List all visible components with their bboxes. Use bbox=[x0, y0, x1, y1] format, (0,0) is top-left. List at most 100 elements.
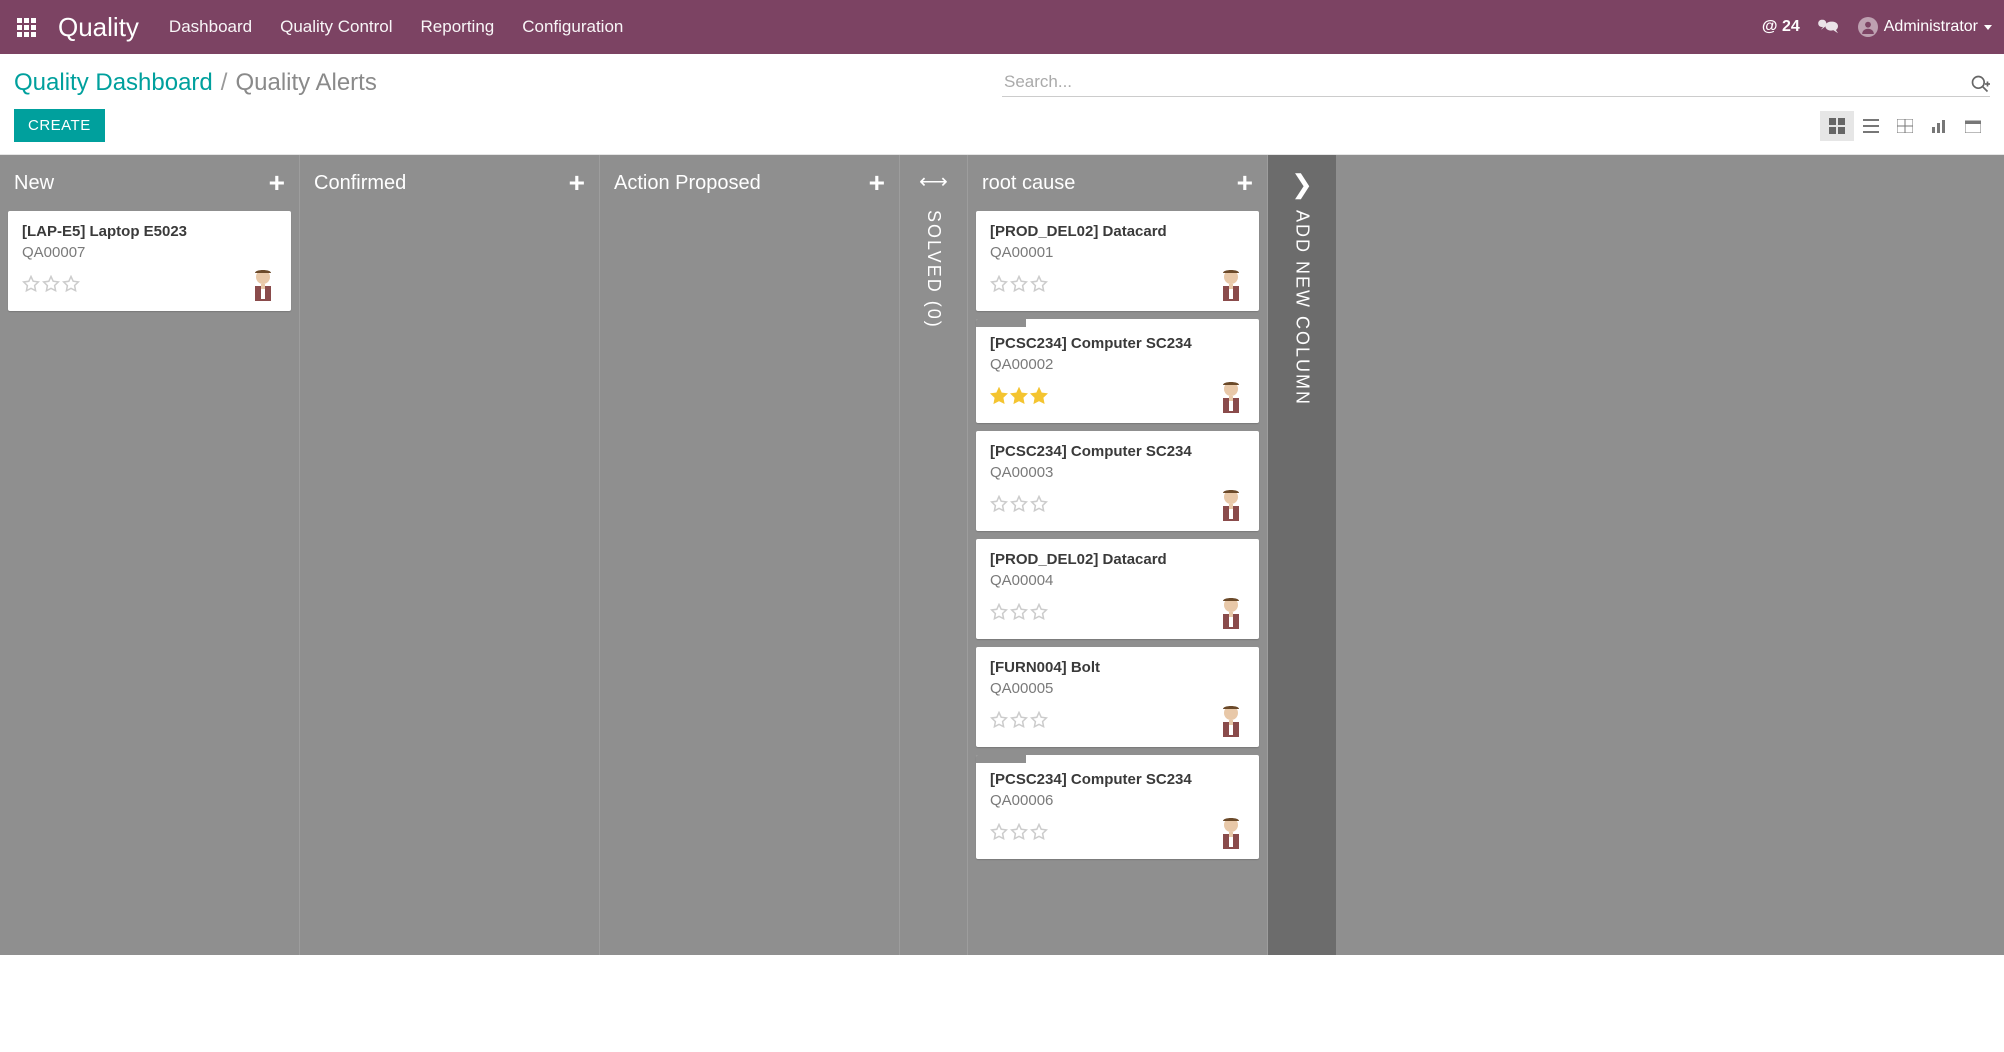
star-icon[interactable] bbox=[1030, 711, 1048, 729]
star-icon[interactable] bbox=[42, 275, 60, 293]
card-reference: QA00007 bbox=[22, 244, 277, 261]
nav-configuration[interactable]: Configuration bbox=[522, 17, 623, 37]
kanban-column: New + [LAP-E5] Laptop E5023 QA00007 bbox=[0, 155, 300, 955]
star-icon[interactable] bbox=[990, 603, 1008, 621]
nav-reporting[interactable]: Reporting bbox=[421, 17, 495, 37]
module-brand[interactable]: Quality bbox=[58, 12, 139, 43]
card-title: [PROD_DEL02] Datacard bbox=[990, 551, 1245, 568]
kanban-column: Confirmed + bbox=[300, 155, 600, 955]
column-title: root cause bbox=[982, 172, 1075, 195]
star-icon[interactable] bbox=[62, 275, 80, 293]
search-input[interactable] bbox=[1002, 68, 1990, 96]
star-icon[interactable] bbox=[1030, 603, 1048, 621]
view-calendar-icon[interactable] bbox=[1956, 111, 1990, 141]
kanban-column-folded[interactable]: ⟷ SOLVED (0) bbox=[900, 155, 968, 955]
breadcrumb-parent[interactable]: Quality Dashboard bbox=[14, 69, 213, 97]
card-title: [FURN004] Bolt bbox=[990, 659, 1245, 676]
control-panel: Quality Dashboard / Quality Alerts CREAT… bbox=[0, 54, 2004, 155]
column-header[interactable]: Action Proposed + bbox=[600, 155, 899, 211]
assignee-avatar[interactable] bbox=[1217, 815, 1245, 849]
kanban-column: Action Proposed + bbox=[600, 155, 900, 955]
column-header[interactable]: Confirmed + bbox=[300, 155, 599, 211]
assignee-avatar[interactable] bbox=[1217, 379, 1245, 413]
star-icon[interactable] bbox=[1030, 823, 1048, 841]
kanban-card[interactable]: [PROD_DEL02] Datacard QA00001 bbox=[976, 211, 1259, 311]
messaging-icon[interactable] bbox=[1818, 18, 1840, 36]
column-quick-create-icon[interactable]: + bbox=[1237, 167, 1253, 199]
star-icon[interactable] bbox=[990, 387, 1008, 405]
star-icon[interactable] bbox=[1010, 823, 1028, 841]
mention-count[interactable]: @ 24 bbox=[1762, 18, 1800, 36]
priority-stars bbox=[990, 387, 1048, 405]
star-icon[interactable] bbox=[22, 275, 40, 293]
star-icon[interactable] bbox=[1030, 275, 1048, 293]
card-reference: QA00002 bbox=[990, 356, 1245, 373]
star-icon[interactable] bbox=[1010, 711, 1028, 729]
star-icon[interactable] bbox=[990, 711, 1008, 729]
column-quick-create-icon[interactable]: + bbox=[269, 167, 285, 199]
add-column-button[interactable]: ❯ ADD NEW COLUMN bbox=[1268, 155, 1336, 955]
nav-quality-control[interactable]: Quality Control bbox=[280, 17, 392, 37]
priority-stars bbox=[22, 275, 80, 293]
create-button[interactable]: CREATE bbox=[14, 109, 105, 142]
card-title: [PROD_DEL02] Datacard bbox=[990, 223, 1245, 240]
view-graph-icon[interactable] bbox=[1922, 111, 1956, 141]
card-progress-bar bbox=[976, 319, 1026, 327]
star-icon[interactable] bbox=[990, 823, 1008, 841]
kanban-card[interactable]: [PCSC234] Computer SC234 QA00003 bbox=[976, 431, 1259, 531]
kanban-card[interactable]: [LAP-E5] Laptop E5023 QA00007 bbox=[8, 211, 291, 311]
card-reference: QA00001 bbox=[990, 244, 1245, 261]
star-icon[interactable] bbox=[1010, 495, 1028, 513]
priority-stars bbox=[990, 711, 1048, 729]
chevron-right-icon: ❯ bbox=[1291, 169, 1313, 200]
column-title: Confirmed bbox=[314, 172, 406, 195]
expand-icon[interactable]: ⟷ bbox=[919, 169, 948, 194]
user-name: Administrator bbox=[1884, 18, 1978, 36]
add-column-label: ADD NEW COLUMN bbox=[1292, 210, 1313, 406]
priority-stars bbox=[990, 275, 1048, 293]
assignee-avatar[interactable] bbox=[1217, 703, 1245, 737]
breadcrumb: Quality Dashboard / Quality Alerts bbox=[14, 69, 377, 97]
star-icon[interactable] bbox=[1010, 387, 1028, 405]
card-reference: QA00003 bbox=[990, 464, 1245, 481]
kanban-column: root cause + [PROD_DEL02] Datacard QA000… bbox=[968, 155, 1268, 955]
card-progress-bar bbox=[976, 755, 1026, 763]
kanban-board: New + [LAP-E5] Laptop E5023 QA00007 Conf… bbox=[0, 155, 2004, 955]
priority-stars bbox=[990, 603, 1048, 621]
apps-launcher-icon[interactable] bbox=[12, 13, 40, 41]
column-header[interactable]: root cause + bbox=[968, 155, 1267, 211]
assignee-avatar[interactable] bbox=[1217, 267, 1245, 301]
assignee-avatar[interactable] bbox=[249, 267, 277, 301]
column-header[interactable]: New + bbox=[0, 155, 299, 211]
view-grid-icon[interactable] bbox=[1888, 111, 1922, 141]
card-title: [PCSC234] Computer SC234 bbox=[990, 443, 1245, 460]
column-quick-create-icon[interactable]: + bbox=[869, 167, 885, 199]
star-icon[interactable] bbox=[1010, 275, 1028, 293]
star-icon[interactable] bbox=[1030, 387, 1048, 405]
card-reference: QA00004 bbox=[990, 572, 1245, 589]
priority-stars bbox=[990, 823, 1048, 841]
card-reference: QA00005 bbox=[990, 680, 1245, 697]
kanban-card[interactable]: [PROD_DEL02] Datacard QA00004 bbox=[976, 539, 1259, 639]
star-icon[interactable] bbox=[1010, 603, 1028, 621]
kanban-card[interactable]: [FURN004] Bolt QA00005 bbox=[976, 647, 1259, 747]
search-field[interactable] bbox=[1002, 68, 1990, 97]
star-icon[interactable] bbox=[990, 275, 1008, 293]
view-list-icon[interactable] bbox=[1854, 111, 1888, 141]
apps-grid-icon bbox=[17, 18, 36, 37]
column-title: Action Proposed bbox=[614, 172, 761, 195]
search-icon[interactable] bbox=[1970, 74, 1990, 94]
view-kanban-icon[interactable] bbox=[1820, 111, 1854, 141]
card-title: [PCSC234] Computer SC234 bbox=[990, 771, 1245, 788]
column-quick-create-icon[interactable]: + bbox=[569, 167, 585, 199]
kanban-card[interactable]: [PCSC234] Computer SC234 QA00002 bbox=[976, 319, 1259, 423]
star-icon[interactable] bbox=[990, 495, 1008, 513]
assignee-avatar[interactable] bbox=[1217, 595, 1245, 629]
breadcrumb-current: Quality Alerts bbox=[235, 69, 376, 97]
card-title: [PCSC234] Computer SC234 bbox=[990, 335, 1245, 352]
nav-dashboard[interactable]: Dashboard bbox=[169, 17, 252, 37]
star-icon[interactable] bbox=[1030, 495, 1048, 513]
assignee-avatar[interactable] bbox=[1217, 487, 1245, 521]
user-menu[interactable]: Administrator bbox=[1858, 17, 1992, 37]
kanban-card[interactable]: [PCSC234] Computer SC234 QA00006 bbox=[976, 755, 1259, 859]
